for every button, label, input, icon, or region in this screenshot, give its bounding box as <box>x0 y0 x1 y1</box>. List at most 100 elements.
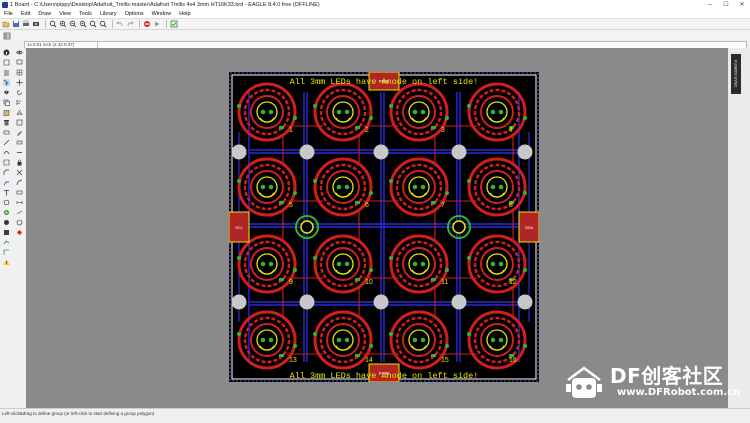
command-toolbar-col1 <box>0 48 13 408</box>
via-pad <box>369 268 373 272</box>
minimize-button[interactable]: – <box>702 0 718 9</box>
show-icon[interactable] <box>3 59 10 66</box>
zoom-area-icon[interactable] <box>99 20 107 28</box>
open-icon[interactable] <box>2 20 10 28</box>
menu-help[interactable]: Help <box>175 11 194 17</box>
pad-number: 12 <box>509 279 517 286</box>
display-icon[interactable] <box>16 59 23 66</box>
signal-icon[interactable] <box>16 209 23 216</box>
info-icon[interactable] <box>3 49 10 56</box>
drc-check-icon[interactable] <box>3 229 10 236</box>
menu-draw[interactable]: Draw <box>34 11 55 17</box>
command-toolbar-col2 <box>13 48 25 408</box>
copy-icon[interactable] <box>3 99 10 106</box>
layer-icon[interactable] <box>3 69 10 76</box>
menu-tools[interactable]: Tools <box>75 11 96 17</box>
menu-edit[interactable]: Edit <box>17 11 34 17</box>
paste-icon[interactable] <box>3 109 10 116</box>
fusion-sync-button[interactable]: FUSION SYNC <box>731 54 741 94</box>
arc-icon[interactable] <box>16 179 23 186</box>
rect-icon[interactable] <box>16 189 23 196</box>
lock-icon[interactable] <box>16 159 23 166</box>
toolbar-divider <box>112 20 113 28</box>
miter-icon[interactable] <box>3 169 10 176</box>
pad-number: 6 <box>365 202 369 209</box>
circle-icon[interactable] <box>16 219 23 226</box>
menu-window[interactable]: Window <box>148 11 176 17</box>
join-icon[interactable] <box>16 149 23 156</box>
led-inner-ring <box>326 323 360 357</box>
grid-icon[interactable] <box>16 69 23 76</box>
led-anode-pad <box>336 109 342 115</box>
via-pad <box>369 116 373 120</box>
ratsnest-icon[interactable] <box>3 239 10 246</box>
drc-icon[interactable] <box>170 20 178 28</box>
led-cathode-pad <box>498 109 504 115</box>
name-icon[interactable] <box>3 129 10 136</box>
ripup-icon[interactable] <box>16 169 23 176</box>
replace-icon[interactable] <box>16 119 23 126</box>
attribute-icon[interactable] <box>16 229 23 236</box>
save-icon[interactable] <box>12 20 20 28</box>
via-icon[interactable] <box>3 209 10 216</box>
stop-icon[interactable] <box>143 20 151 28</box>
cut-icon[interactable] <box>16 109 23 116</box>
zoom-fit-icon[interactable] <box>49 20 57 28</box>
align-icon[interactable] <box>16 99 23 106</box>
go-icon[interactable] <box>153 20 161 28</box>
window-title: 1 Board - C:\Users\pippy\Desktop\Adafrui… <box>10 1 320 8</box>
text-icon[interactable] <box>3 189 10 196</box>
via-pad <box>445 344 449 348</box>
menu-library[interactable]: Library <box>96 11 121 17</box>
maximize-button[interactable]: ☐ <box>718 0 734 9</box>
move-icon[interactable] <box>16 79 23 86</box>
zoom-select-icon[interactable] <box>89 20 97 28</box>
menu-view[interactable]: View <box>55 11 75 17</box>
change-icon[interactable] <box>16 129 23 136</box>
redo-icon[interactable] <box>126 20 134 28</box>
pad-number: 15 <box>441 357 449 364</box>
main-toolbar <box>0 19 750 30</box>
led-anode-pad <box>336 184 342 190</box>
mirror-icon[interactable] <box>3 89 10 96</box>
optimize-icon[interactable] <box>3 149 10 156</box>
smash-icon[interactable] <box>3 159 10 166</box>
pcb-board[interactable]: PWR PWR SCL SDA All 3mm LEDs have Anode … <box>229 72 539 382</box>
split-icon[interactable] <box>3 139 10 146</box>
close-button[interactable]: ✕ <box>734 0 750 9</box>
via-pad <box>293 268 297 272</box>
autorouter-icon[interactable] <box>3 249 10 256</box>
group-icon[interactable] <box>3 79 10 86</box>
eye-icon[interactable] <box>15 49 23 56</box>
zoom-in-icon[interactable] <box>59 20 67 28</box>
via-pad <box>237 179 241 183</box>
print-icon[interactable] <box>22 20 30 28</box>
led-anode-pad <box>260 261 266 267</box>
led-cathode-pad <box>498 337 504 343</box>
right-i2c-tab[interactable]: SDA <box>518 211 539 243</box>
mount-hole <box>231 294 247 310</box>
led-anode-pad <box>490 337 496 343</box>
led-cathode-pad <box>420 109 426 115</box>
route-icon[interactable] <box>3 179 10 186</box>
left-i2c-tab[interactable]: SCL <box>229 211 250 243</box>
smd-pad <box>431 201 436 204</box>
value-icon[interactable] <box>16 139 23 146</box>
mount-hole <box>373 294 389 310</box>
pad-number: 9 <box>289 279 293 286</box>
via-pad <box>467 332 471 336</box>
zoom-out-icon[interactable] <box>69 20 77 28</box>
menu-options[interactable]: Options <box>121 11 148 17</box>
layer-select-icon[interactable] <box>3 32 11 40</box>
zoom-redraw-icon[interactable] <box>79 20 87 28</box>
undo-icon[interactable] <box>116 20 124 28</box>
warning-icon[interactable] <box>3 259 10 266</box>
dimension-icon[interactable] <box>16 199 23 206</box>
menu-file[interactable]: File <box>0 11 17 17</box>
rotate-icon[interactable] <box>16 89 23 96</box>
polygon-icon[interactable] <box>3 199 10 206</box>
led-inner-ring <box>402 170 436 204</box>
delete-icon[interactable] <box>3 119 10 126</box>
cam-icon[interactable] <box>32 20 40 28</box>
hole-icon[interactable] <box>3 219 10 226</box>
